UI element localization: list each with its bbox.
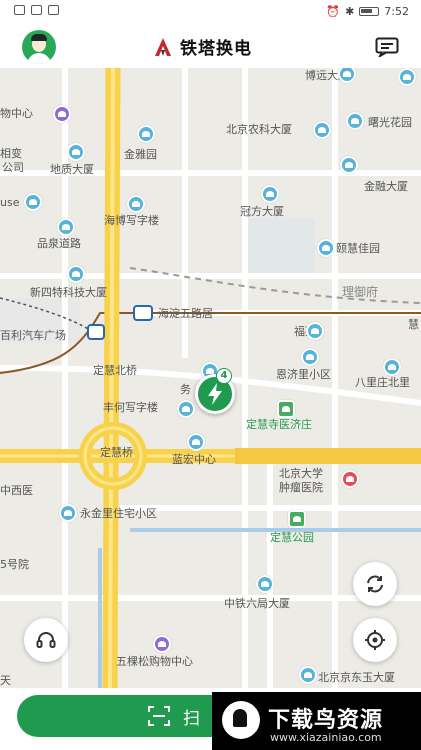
poi-icon (57, 218, 75, 236)
hospital-icon (341, 470, 359, 488)
map-label: 品泉道路 (37, 237, 81, 250)
watermark: 下载鸟资源 www.xiazainiao.com (212, 692, 421, 750)
map-label: 丰何写字楼 (103, 401, 158, 414)
map-label: 天 (0, 674, 11, 687)
poi-icon (59, 504, 77, 522)
poi-icon (24, 193, 42, 211)
poi-icon (313, 121, 331, 139)
poi-icon (256, 575, 274, 593)
map-label: 海淀五路居 (158, 307, 213, 320)
map-label: 蓝宏中心 (172, 453, 216, 466)
app-header: 铁塔换电 (0, 24, 421, 68)
scan-icon (148, 706, 170, 726)
map-label: 北京京东玉大厦 (318, 671, 395, 684)
map-label: 相变 (0, 147, 22, 160)
map-label: 北京大学 (279, 467, 323, 480)
map-label: 海博写字楼 (104, 214, 159, 227)
poi-icon (340, 156, 358, 174)
map-label: 百利汽车广场 (0, 329, 66, 342)
photo-icon (48, 5, 59, 15)
poi-icon (317, 239, 335, 257)
poi-icon (153, 635, 171, 653)
map-label: 务 (180, 383, 191, 396)
map-label: 地质大厦 (50, 163, 94, 176)
poi-icon (137, 125, 155, 143)
park-icon (277, 400, 295, 418)
poi-icon (383, 358, 401, 376)
map-label: 肿瘤医院 (279, 481, 323, 494)
map-label: 定慧桥 (100, 446, 133, 459)
poi-icon (127, 195, 145, 213)
map-label: 中西医 (0, 484, 33, 497)
watermark-url: www.xiazainiao.com (270, 731, 382, 744)
park-icon (288, 510, 306, 528)
chat-icon[interactable] (375, 37, 399, 57)
map-label: use (0, 196, 20, 209)
map-label: 物中心 (0, 107, 33, 120)
notification-icon (14, 5, 25, 15)
poi-icon (398, 68, 416, 86)
map-label: 理御府 (342, 285, 379, 299)
status-icons-right: ⏰ ✱ 7:52 (326, 5, 409, 18)
refresh-icon (367, 575, 383, 593)
locate-icon (365, 630, 385, 650)
watermark-title: 下载鸟资源 (268, 708, 384, 733)
poi-icon (67, 143, 85, 161)
bluetooth-icon: ✱ (345, 5, 355, 18)
poi-icon (306, 322, 324, 340)
map-label: 冠方大厦 (240, 205, 284, 218)
map-label: 新四特科技大厦 (30, 286, 107, 299)
map-label: 曙光花园 (368, 116, 412, 129)
support-button[interactable] (24, 618, 68, 662)
locate-button[interactable] (353, 618, 397, 662)
watermark-logo-icon (222, 701, 260, 739)
map-label: 北京农科大厦 (226, 123, 292, 136)
alarm-icon: ⏰ (326, 5, 341, 18)
battery-icon (359, 7, 380, 16)
poi-icon (261, 185, 279, 203)
poi-icon (299, 666, 317, 684)
status-icons-left (14, 5, 59, 15)
station-count-badge: 4 (216, 368, 232, 384)
status-bar: ⏰ ✱ 7:52 (0, 0, 421, 24)
map-label: 中铁六局大厦 (224, 597, 290, 610)
page-title: 铁塔换电 (180, 39, 252, 59)
map-label: 定慧寺医济庄 (246, 418, 312, 431)
tower-logo-icon (155, 37, 171, 56)
map-label: 慧 (408, 318, 419, 331)
image-icon (31, 5, 42, 15)
poi-icon (67, 265, 85, 283)
map-label: 公司 (2, 161, 24, 174)
map-label: 定慧公园 (270, 531, 314, 544)
poi-icon (301, 348, 319, 366)
headset-icon (36, 632, 56, 648)
map-label: 永金里住宅小区 (80, 507, 157, 520)
user-avatar[interactable] (22, 30, 56, 64)
map-label: 恩济里小区 (276, 368, 331, 381)
poi-icon (177, 400, 195, 418)
poi-icon (346, 112, 364, 130)
map-label: 金雅园 (124, 148, 157, 161)
map-label: 五棵松购物中心 (116, 655, 193, 668)
scan-label: 扫 (183, 708, 200, 729)
map-label: 八里庄北里 (355, 376, 410, 389)
refresh-button[interactable] (353, 562, 397, 606)
map-label: 金融大厦 (364, 180, 408, 193)
map-label: 颐慧佳园 (336, 242, 380, 255)
map-label: 5号院 (0, 558, 29, 571)
status-time: 7:52 (384, 5, 409, 18)
app-brand: 铁塔换电 (152, 34, 252, 59)
poi-icon (187, 433, 205, 451)
poi-icon (53, 105, 71, 123)
map-view[interactable]: 博远大厦 物中心 北京农科大厦 曙光花园 相变 金雅园 公司 地质大厦 金融大厦… (0, 68, 421, 688)
map-label: 定慧北桥 (93, 364, 137, 377)
